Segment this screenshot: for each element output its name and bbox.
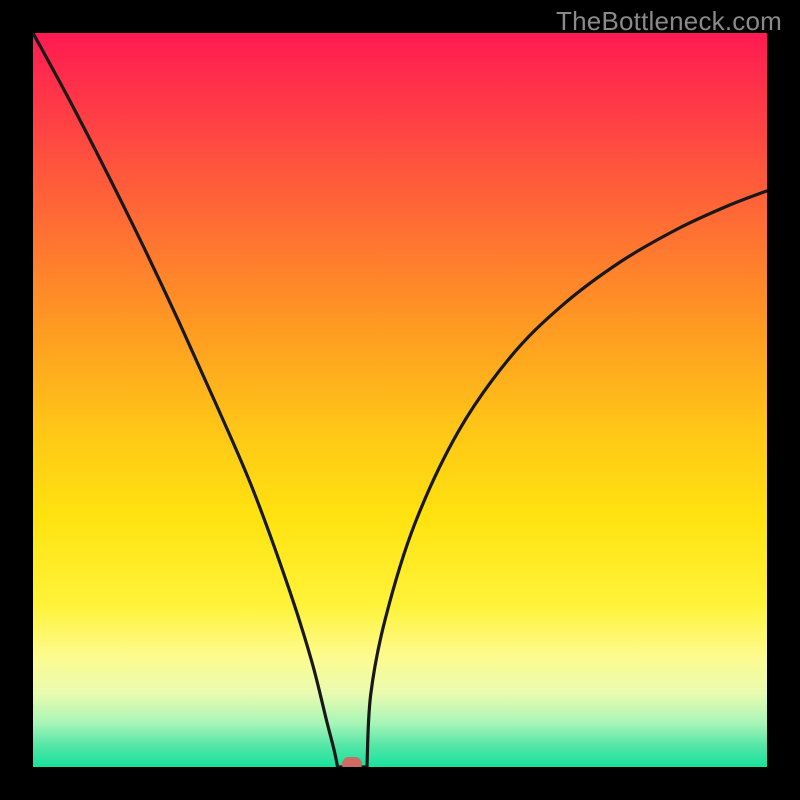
chart-frame: TheBottleneck.com xyxy=(0,0,800,800)
minimum-marker xyxy=(342,757,362,767)
plot-area xyxy=(33,33,767,767)
bottleneck-curve xyxy=(33,33,767,767)
curve-layer xyxy=(33,33,767,767)
